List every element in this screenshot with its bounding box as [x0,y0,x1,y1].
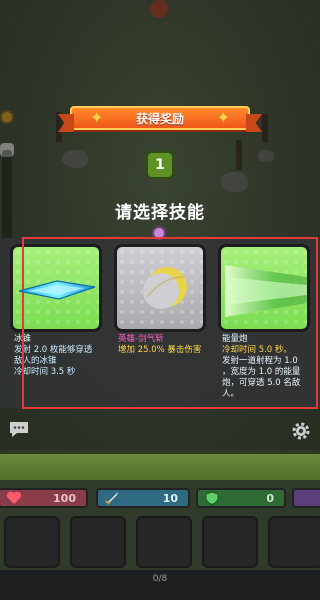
shield-icon [205,491,219,505]
defense-value: 0 [266,491,274,505]
extra-stat [292,488,320,508]
star-icon: ✦ [216,108,230,127]
defense-stat: 0 [196,488,286,508]
reward-ribbon: ✦ 获得奖励 ✦ [70,106,250,130]
heart-icon [6,491,22,504]
choose-skill-prompt: 请选择技能 [115,203,205,223]
equipment-slot[interactable] [202,516,258,568]
skill-card-energy-cannon[interactable] [218,244,310,332]
equipment-slot[interactable] [268,516,320,568]
health-stat: 100 [0,488,88,508]
sword-slash-icon [143,267,187,309]
equipment-slot[interactable] [4,516,60,568]
health-value: 100 [53,491,76,505]
gear-icon[interactable] [290,420,312,442]
reward-title: 获得奖励 [135,111,184,126]
attack-value: 10 [162,491,178,505]
equipment-slot[interactable] [70,516,126,568]
energy-cannon-icon [225,265,307,317]
sword-icon [105,492,118,505]
experience-bar [0,452,320,480]
attack-stat: 10 [96,488,190,508]
chat-icon[interactable] [8,420,30,438]
skill-card-sword-slash[interactable] [114,244,206,332]
equipment-slot[interactable] [136,516,192,568]
reward-count-badge: 1 [146,151,174,179]
ice-spike-icon [18,280,96,300]
slot-counter: 0/8 [152,574,168,584]
skill-card-ice-spike[interactable] [10,244,102,332]
star-icon: ✦ [90,108,104,127]
